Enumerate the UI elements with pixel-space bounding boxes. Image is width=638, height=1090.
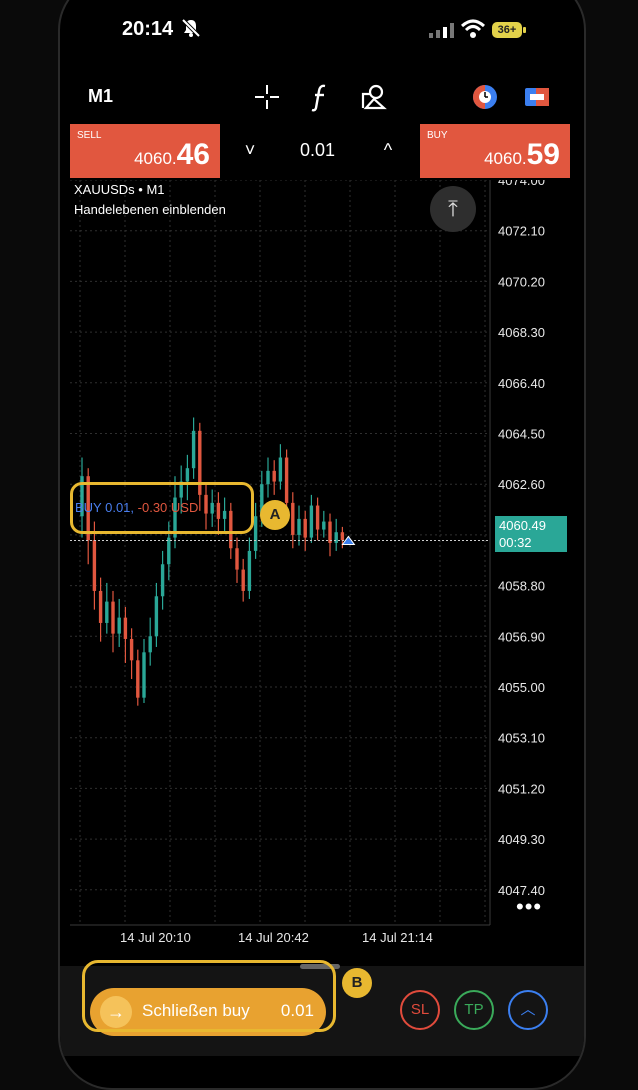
indicator-icon[interactable] <box>306 82 336 112</box>
price-chart[interactable]: 4074.00 4072.10 4070.20 4068.30 4066.40 4064.… <box>70 173 580 948</box>
current-price: 4060.49 <box>499 518 546 533</box>
bottom-panel: → Schließen buy 0.01 B SL TP ︿ <box>60 960 584 1056</box>
objects-icon[interactable] <box>358 82 388 112</box>
candle-body <box>105 601 109 623</box>
candle-body <box>123 617 128 639</box>
signal-icon <box>429 23 454 38</box>
x-axis-tick-label: 14 Jul 20:42 <box>238 930 309 945</box>
x-axis-tick-label: 14 Jul 20:10 <box>120 930 191 945</box>
candle-body <box>117 617 121 634</box>
candle-body <box>98 590 103 623</box>
status-time: 20:14 <box>122 18 174 40</box>
y-axis-tick-label: 4056.90 <box>498 629 545 644</box>
candle-body <box>315 505 320 530</box>
buy-button[interactable]: BUY 4060.59 <box>420 124 570 178</box>
candle-body <box>328 521 332 543</box>
y-axis-tick-label: 4062.60 <box>498 477 545 492</box>
candle-body <box>253 516 258 551</box>
candle-body <box>160 564 165 597</box>
candle-body <box>148 636 152 653</box>
status-bar: 20:14 36+ <box>60 0 584 58</box>
y-axis-tick-label: 4049.30 <box>498 832 545 847</box>
chevron-up-icon: ︿ <box>520 1001 536 1018</box>
scroll-to-end-button[interactable]: ⤒ <box>430 186 476 232</box>
candle-body <box>291 502 295 535</box>
lot-size-input[interactable]: 0.01 <box>300 140 335 161</box>
candle-body <box>272 470 276 482</box>
sell-button[interactable]: SELL 4060.46 <box>70 124 220 178</box>
annotation-marker-b: B <box>342 968 372 998</box>
highlight-box-b <box>82 960 336 1032</box>
chart-toolbar: M1 <box>60 78 584 118</box>
candle-body <box>266 470 270 485</box>
annotation-marker-a: A <box>260 500 290 530</box>
candle-body <box>241 569 245 591</box>
candle-body <box>136 660 140 698</box>
candle-body <box>303 518 307 538</box>
battery-indicator: 36+ <box>492 22 526 38</box>
buy-label: BUY <box>427 130 448 141</box>
crosshair-icon[interactable] <box>252 82 282 112</box>
one-click-trading-bar: SELL 4060.46 ˅ 0.01 ^ BUY 4060.59 <box>70 124 570 178</box>
chart-canvas[interactable]: 4074.00 4072.10 4070.20 4068.30 4066.40 4064.… <box>70 173 580 948</box>
stop-loss-button[interactable]: SL <box>400 990 440 1030</box>
bell-muted-icon <box>181 18 201 38</box>
candle-body <box>92 540 97 591</box>
y-axis-tick-label: 4068.30 <box>498 325 545 340</box>
trade-icon[interactable] <box>470 82 500 112</box>
candle-body <box>167 537 171 565</box>
position-entry-arrow <box>341 535 356 546</box>
y-axis-tick-label: 4055.00 <box>498 680 545 695</box>
expand-panel-button[interactable]: ︿ <box>508 990 548 1030</box>
y-axis-tick-label: 4051.20 <box>498 781 545 796</box>
candle-body <box>297 518 301 535</box>
candle-body <box>309 505 314 538</box>
candle-body <box>235 548 239 570</box>
lot-increase-button[interactable]: ^ <box>376 138 400 162</box>
y-axis-tick-label: 4074.00 <box>498 180 545 188</box>
candle-body <box>247 550 252 591</box>
chart-symbol: XAUUSDs • M1 <box>74 182 165 197</box>
candle-body <box>334 532 338 543</box>
lot-decrease-button[interactable]: ˅ <box>238 138 262 162</box>
y-axis-tick-label: 4066.40 <box>498 376 545 391</box>
y-axis-tick-label: 4070.20 <box>498 274 545 289</box>
current-price-tag: 4060.49 00:32 <box>495 516 567 552</box>
candle-body <box>129 638 134 661</box>
show-trade-levels-link[interactable]: Handelebenen einblenden <box>74 202 226 217</box>
candle-body <box>191 430 196 469</box>
candle-countdown: 00:32 <box>499 535 532 550</box>
candle-body <box>142 652 146 698</box>
more-options-icon[interactable]: ••• <box>516 894 542 920</box>
candle-body <box>185 468 190 482</box>
candle-body <box>284 457 289 503</box>
y-axis-tick-label: 4053.10 <box>498 731 545 746</box>
sell-label: SELL <box>77 130 102 141</box>
y-axis-tick-label: 4058.80 <box>498 579 545 594</box>
sell-price: 4060.46 <box>134 138 210 171</box>
y-axis-tick-label: 4072.10 <box>498 224 545 239</box>
scroll-up-icon: ⤒ <box>448 196 458 221</box>
candle-body <box>322 521 326 530</box>
x-axis-tick-label: 14 Jul 21:14 <box>362 930 433 945</box>
take-profit-button[interactable]: TP <box>454 990 494 1030</box>
phone-frame: 20:14 36+ M1 SELL 4060.46 ˅ 0.01 ^ BUY 4… <box>58 0 586 1090</box>
candle-body <box>278 457 283 482</box>
timeframe-button[interactable]: M1 <box>88 86 113 107</box>
candle-body <box>340 532 345 541</box>
wifi-icon <box>460 19 486 38</box>
candle-body <box>154 596 159 637</box>
settings-icon[interactable] <box>522 82 552 112</box>
buy-price: 4060.59 <box>484 138 560 171</box>
highlight-box-a <box>70 482 254 534</box>
y-axis-tick-label: 4064.50 <box>498 427 545 442</box>
candle-body <box>111 601 115 634</box>
